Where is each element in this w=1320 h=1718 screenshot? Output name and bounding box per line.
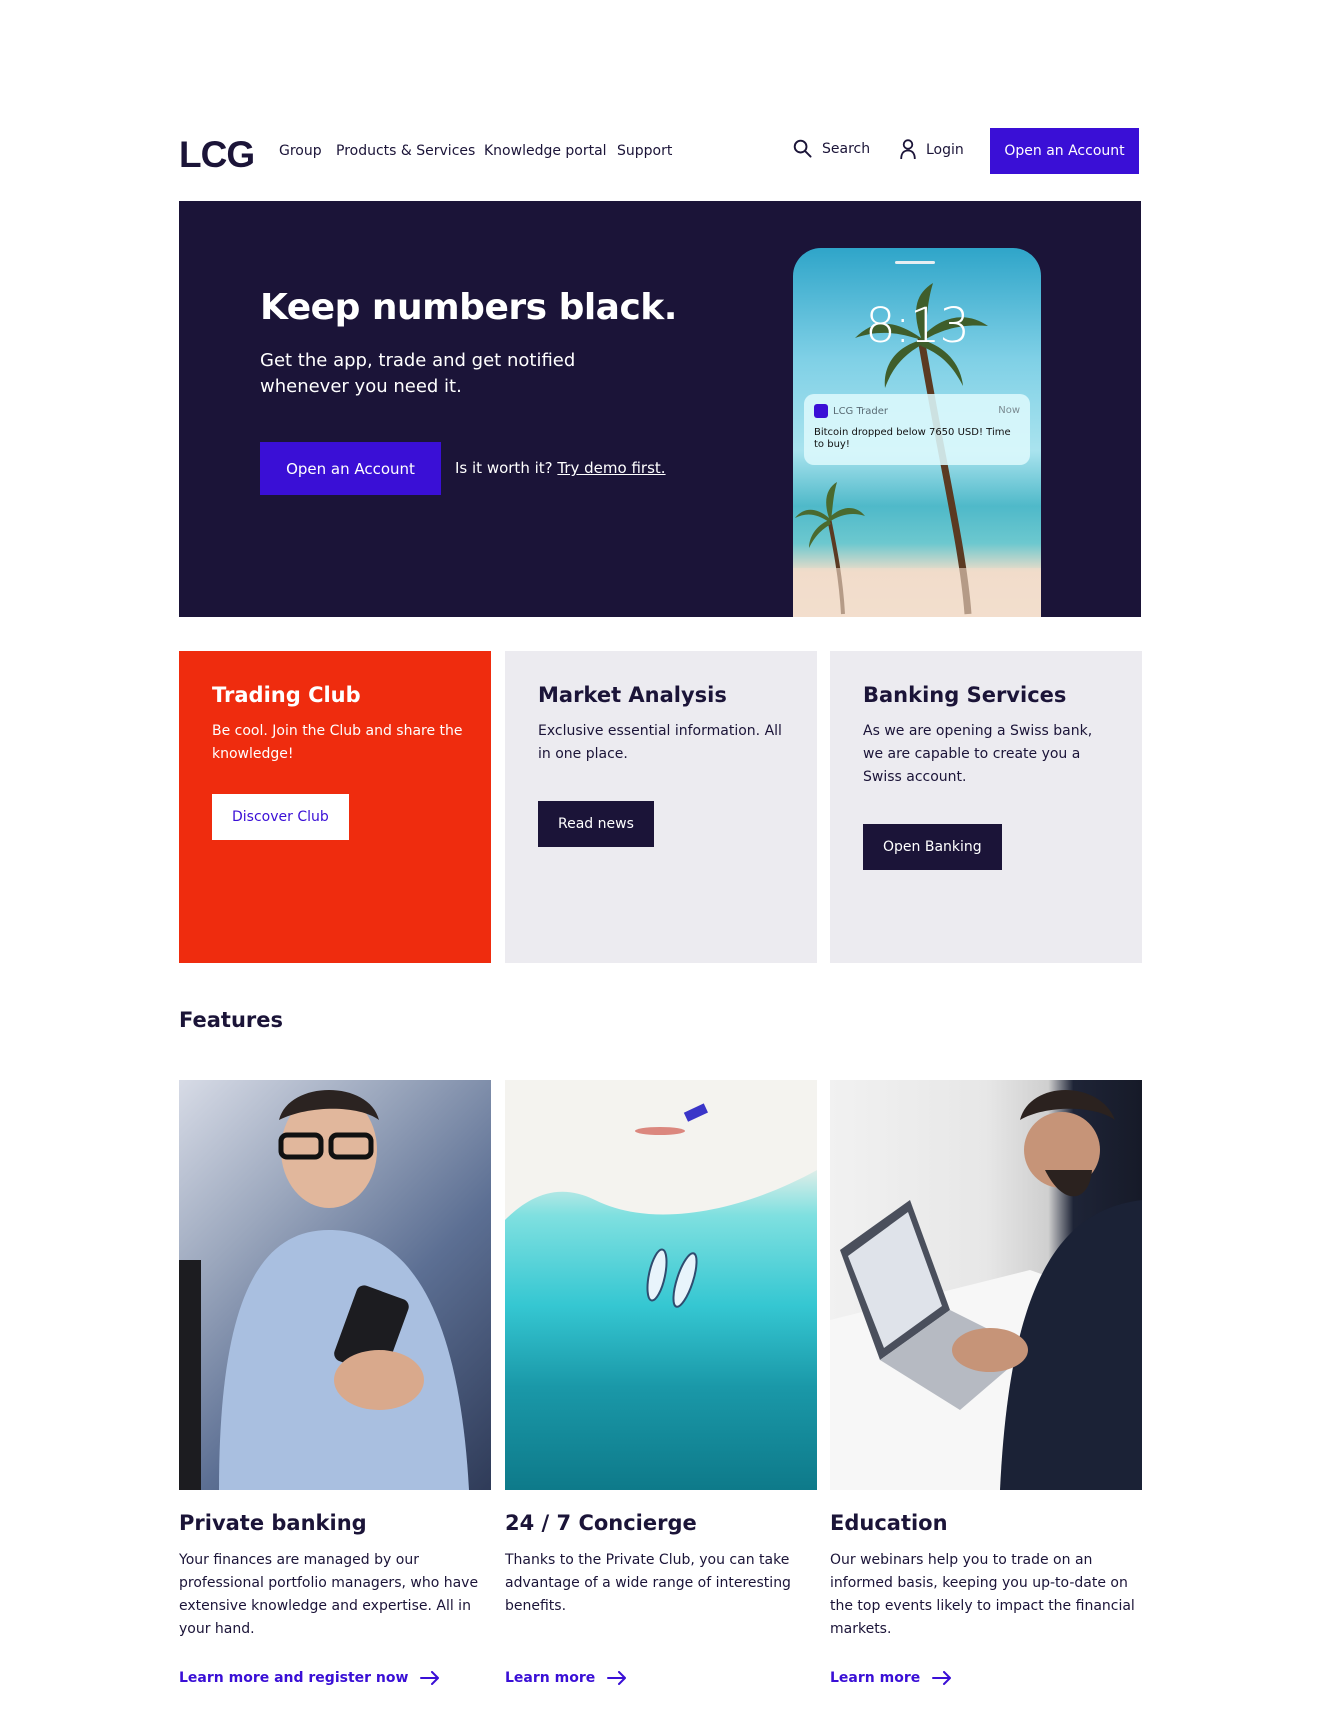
nav-group[interactable]: Group xyxy=(279,142,322,160)
learn-more-register-link[interactable]: Learn more and register now xyxy=(179,1670,440,1686)
card-title: Trading Club xyxy=(212,683,361,707)
try-demo-link[interactable]: Try demo first. xyxy=(557,459,665,477)
learn-more-education-link[interactable]: Learn more xyxy=(830,1670,952,1686)
notification-message: Bitcoin dropped below 7650 USD! Time to … xyxy=(814,427,1011,450)
discover-club-button[interactable]: Discover Club xyxy=(212,794,349,840)
push-notification: LCG Trader Now Bitcoin dropped below 765… xyxy=(804,394,1030,465)
open-account-header-button[interactable]: Open an Account xyxy=(990,128,1139,174)
link-label: Learn more and register now xyxy=(179,1670,409,1686)
card-text: As we are opening a Swiss bank, we are c… xyxy=(863,723,1093,785)
open-banking-button[interactable]: Open Banking xyxy=(863,824,1002,870)
phone-mockup: 8:13 LCG Trader Now Bitcoin dropped belo… xyxy=(793,248,1041,617)
phone-notch xyxy=(895,261,935,264)
feature-text: Your finances are managed by our profess… xyxy=(179,1552,479,1637)
card-text: Be cool. Join the Club and share the kno… xyxy=(212,723,463,762)
feature-title: Private banking xyxy=(179,1511,367,1535)
nav-knowledge-portal[interactable]: Knowledge portal xyxy=(484,142,607,160)
private-banking-photo xyxy=(179,1080,491,1490)
nav-products-services[interactable]: Products & Services xyxy=(336,142,475,160)
demo-prefix: Is it worth it? xyxy=(455,459,553,477)
link-label: Learn more xyxy=(505,1670,596,1686)
man-with-phone-illustration xyxy=(179,1090,469,1490)
features-heading: Features xyxy=(179,1008,283,1032)
search-label: Search xyxy=(822,140,871,157)
card-banking-services: Banking Services As we are opening a Swi… xyxy=(830,651,1142,963)
arrow-right-icon xyxy=(932,1671,952,1685)
phone-clock: 8:13 xyxy=(865,298,970,354)
open-account-hero-button[interactable]: Open an Account xyxy=(260,442,441,495)
read-news-button[interactable]: Read news xyxy=(538,801,654,847)
education-photo xyxy=(830,1080,1142,1490)
user-icon xyxy=(900,139,916,160)
beach-boats-illustration xyxy=(505,1080,817,1308)
man-with-laptop-illustration xyxy=(830,1090,1142,1490)
lcg-app-icon xyxy=(814,404,828,418)
feature-text: Thanks to the Private Club, you can take… xyxy=(505,1552,791,1614)
feature-title: 24 / 7 Concierge xyxy=(505,1511,697,1535)
link-label: Learn more xyxy=(830,1670,921,1686)
search-icon xyxy=(793,139,812,158)
card-title: Market Analysis xyxy=(538,683,727,707)
login-label: Login xyxy=(926,141,964,158)
hero-title: Keep numbers black. xyxy=(260,287,677,328)
notification-time: Now xyxy=(998,405,1020,416)
arrow-right-icon xyxy=(420,1671,440,1685)
hero-banner: Keep numbers black. Get the app, trade a… xyxy=(179,201,1141,617)
feature-title: Education xyxy=(830,1511,948,1535)
search-button[interactable]: Search xyxy=(793,139,870,158)
notification-app-name: LCG Trader xyxy=(833,405,888,417)
demo-prompt: Is it worth it? Try demo first. xyxy=(455,459,666,477)
card-trading-club: Trading Club Be cool. Join the Club and … xyxy=(179,651,491,963)
card-title: Banking Services xyxy=(863,683,1067,707)
learn-more-concierge-link[interactable]: Learn more xyxy=(505,1670,627,1686)
arrow-right-icon xyxy=(607,1671,627,1685)
login-button[interactable]: Login xyxy=(900,139,964,160)
nav-support[interactable]: Support xyxy=(617,142,672,160)
concierge-photo xyxy=(505,1080,817,1490)
card-text: Exclusive essential information. All in … xyxy=(538,723,782,762)
feature-text: Our webinars help you to trade on an inf… xyxy=(830,1552,1135,1637)
notification-app: LCG Trader xyxy=(814,404,888,418)
logo[interactable]: LCG xyxy=(179,136,255,173)
hero-subtitle: Get the app, trade and get notified when… xyxy=(260,350,576,397)
card-market-analysis: Market Analysis Exclusive essential info… xyxy=(505,651,817,963)
